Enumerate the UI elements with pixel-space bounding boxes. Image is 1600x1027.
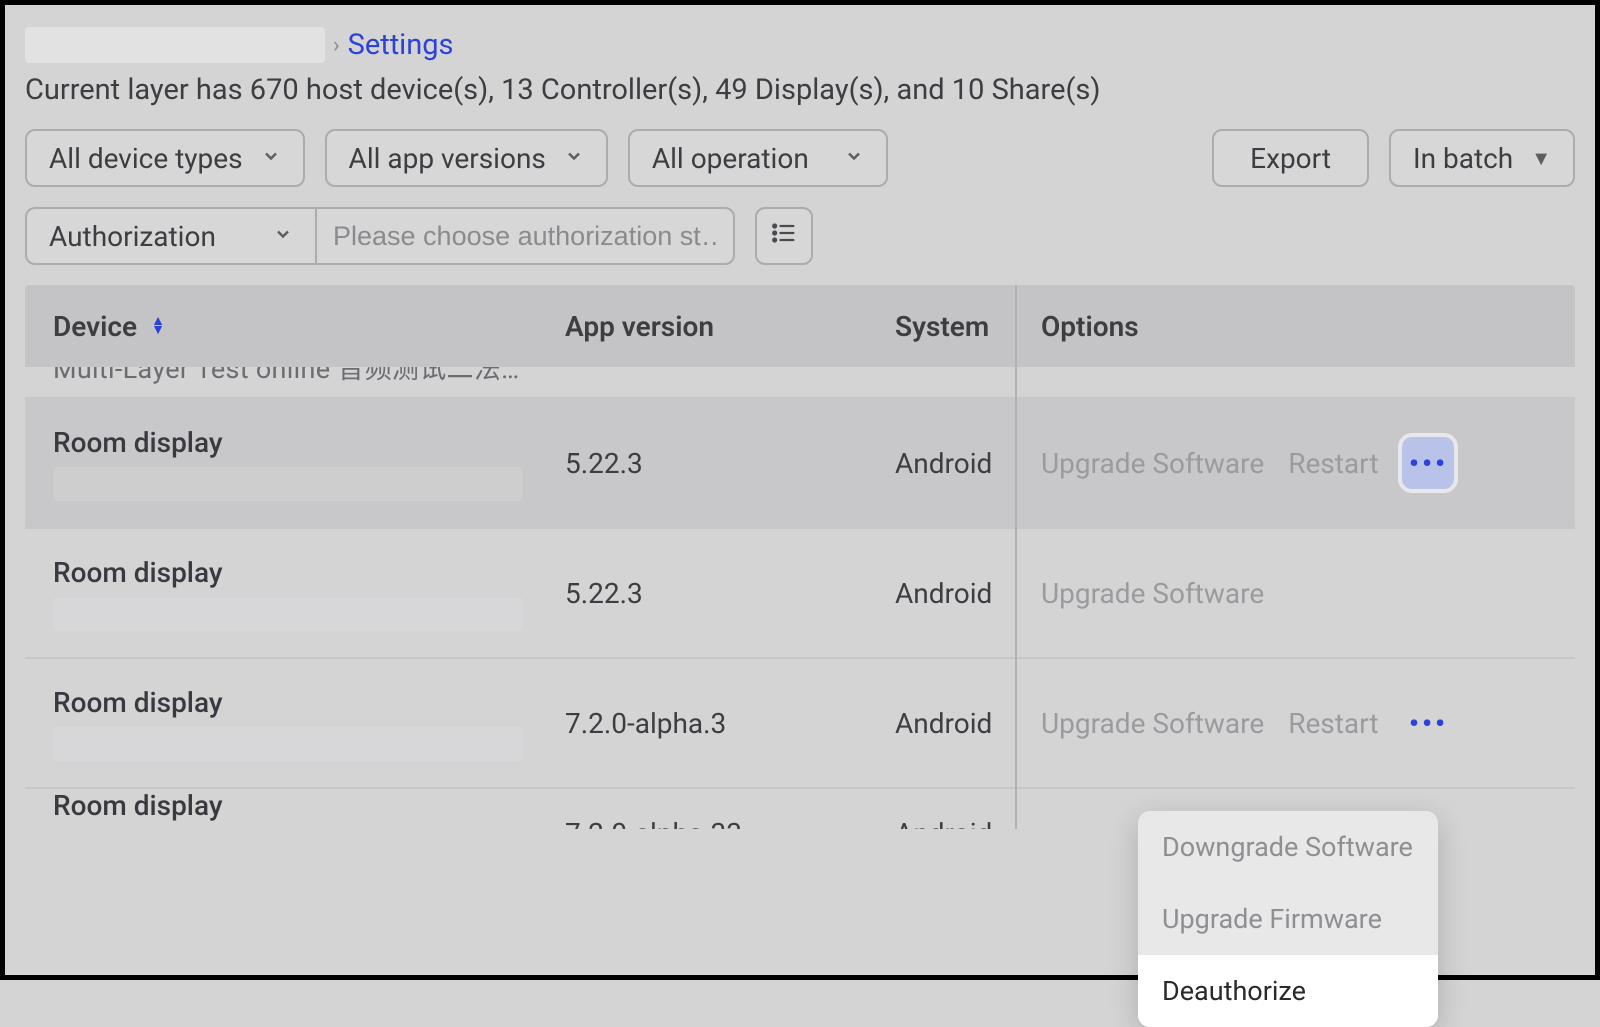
popover-item-downgrade-software[interactable]: Downgrade Software bbox=[1138, 811, 1438, 883]
header-app-version[interactable]: App version bbox=[565, 310, 895, 343]
app-version-cell: 7.2.0-alpha.3 bbox=[565, 707, 895, 740]
device-name[interactable]: Room display bbox=[53, 426, 565, 459]
app-versions-label: All app versions bbox=[349, 142, 546, 175]
header-app-label: App version bbox=[565, 310, 714, 343]
export-label: Export bbox=[1250, 142, 1331, 175]
filters-row-2: Authorization bbox=[25, 207, 1575, 265]
header-device[interactable]: Device ▲▼ bbox=[25, 310, 565, 343]
header-options: Options bbox=[1015, 310, 1575, 343]
in-batch-button[interactable]: In batch ▼ bbox=[1389, 129, 1575, 187]
authorization-status-input-wrap bbox=[315, 207, 735, 265]
breadcrumb-root-placeholder bbox=[25, 27, 325, 63]
breadcrumb-settings-link[interactable]: Settings bbox=[348, 28, 454, 62]
system-cell: Android bbox=[895, 577, 1015, 610]
app-version-cell: 7.2.0-alpha.33 bbox=[565, 817, 895, 829]
device-name[interactable]: Room display bbox=[53, 789, 565, 822]
in-batch-label: In batch bbox=[1413, 142, 1513, 175]
device-types-label: All device types bbox=[49, 142, 243, 175]
app-versions-dropdown[interactable]: All app versions bbox=[325, 129, 608, 187]
device-name[interactable]: Room display bbox=[53, 686, 565, 719]
device-subtext-placeholder bbox=[53, 597, 523, 631]
device-table: Device ▲▼ App version System Options Mul… bbox=[25, 285, 1575, 829]
more-options-popover: Downgrade Software Upgrade Firmware Deau… bbox=[1138, 811, 1438, 1027]
device-name[interactable]: Room display bbox=[53, 556, 565, 589]
filters-row-1: All device types All app versions All op… bbox=[25, 129, 1575, 187]
system-cell: Android bbox=[895, 817, 1015, 829]
operation-label: All operation bbox=[652, 142, 809, 175]
table-row: Room display 5.22.3 Android Upgrade Soft… bbox=[25, 529, 1575, 659]
upgrade-software-link[interactable]: Upgrade Software bbox=[1041, 447, 1264, 480]
restart-link[interactable]: Restart bbox=[1288, 447, 1378, 480]
authorization-status-input[interactable] bbox=[333, 221, 717, 252]
export-button[interactable]: Export bbox=[1212, 129, 1369, 187]
header-device-label: Device bbox=[53, 310, 137, 343]
more-icon: ••• bbox=[1409, 707, 1448, 740]
chevron-down-icon bbox=[273, 224, 293, 249]
header-system[interactable]: System bbox=[895, 310, 1015, 343]
operation-dropdown[interactable]: All operation bbox=[628, 129, 888, 187]
breadcrumb: › Settings bbox=[25, 27, 1575, 63]
sort-icon: ▲▼ bbox=[151, 317, 165, 335]
layer-summary-text: Current layer has 670 host device(s), 13… bbox=[25, 73, 1575, 107]
header-options-label: Options bbox=[1041, 310, 1139, 343]
more-options-button[interactable]: ••• bbox=[1402, 697, 1454, 749]
app-version-cell: 5.22.3 bbox=[565, 577, 895, 610]
device-subtext-placeholder bbox=[53, 467, 523, 501]
chevron-down-icon bbox=[261, 146, 281, 171]
chevron-down-icon bbox=[844, 146, 864, 171]
chevron-down-icon bbox=[564, 146, 584, 171]
authorization-label: Authorization bbox=[49, 220, 216, 253]
more-options-button[interactable]: ••• bbox=[1402, 437, 1454, 489]
authorization-dropdown[interactable]: Authorization bbox=[25, 207, 315, 265]
device-subtext-placeholder bbox=[53, 727, 523, 761]
upgrade-software-link[interactable]: Upgrade Software bbox=[1041, 577, 1264, 610]
table-row: Room display 7.2.0-alpha.3 Android Upgra… bbox=[25, 659, 1575, 789]
list-icon bbox=[770, 219, 798, 254]
more-icon: ••• bbox=[1409, 447, 1448, 480]
partial-row-top: Multi-Layer Test online 音频测试二法… bbox=[25, 367, 1575, 399]
system-cell: Android bbox=[895, 707, 1015, 740]
app-version-cell: 5.22.3 bbox=[565, 447, 895, 480]
list-view-button[interactable] bbox=[755, 207, 813, 265]
popover-item-deauthorize[interactable]: Deauthorize bbox=[1138, 955, 1438, 1027]
partial-row-text: Multi-Layer Test online 音频测试二法… bbox=[53, 367, 519, 386]
triangle-down-icon: ▼ bbox=[1531, 146, 1551, 171]
header-system-label: System bbox=[895, 310, 989, 343]
table-row: Room display 5.22.3 Android Upgrade Soft… bbox=[25, 399, 1575, 529]
device-types-dropdown[interactable]: All device types bbox=[25, 129, 305, 187]
popover-item-upgrade-firmware[interactable]: Upgrade Firmware bbox=[1138, 883, 1438, 955]
table-header: Device ▲▼ App version System Options bbox=[25, 285, 1575, 367]
system-cell: Android bbox=[895, 447, 1015, 480]
chevron-right-icon: › bbox=[333, 33, 340, 58]
column-divider bbox=[1015, 285, 1017, 829]
restart-link[interactable]: Restart bbox=[1288, 707, 1378, 740]
upgrade-software-link[interactable]: Upgrade Software bbox=[1041, 707, 1264, 740]
